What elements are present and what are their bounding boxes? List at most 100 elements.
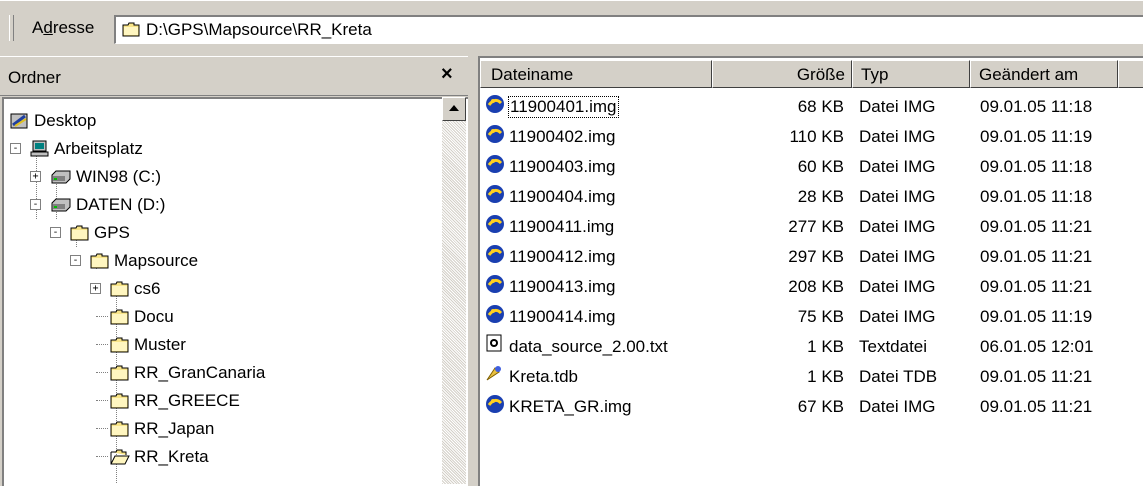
file-size: 28 KB <box>797 187 844 206</box>
collapse-icon[interactable]: - <box>30 199 41 210</box>
file-type: Datei IMG <box>859 127 936 146</box>
tree-item[interactable]: RR_Kreta <box>110 443 209 471</box>
file-type: Datei IMG <box>859 217 936 236</box>
file-name: 11900403.img <box>509 157 616 176</box>
img-file-icon <box>485 184 505 209</box>
tree-item[interactable]: WIN98 (C:) <box>50 163 161 191</box>
file-size: 277 KB <box>788 217 844 236</box>
pane-splitter[interactable] <box>468 56 476 484</box>
file-name: 11900401.img <box>508 96 619 118</box>
img-file-icon <box>485 214 505 239</box>
column-header-size[interactable]: Größe <box>712 60 852 88</box>
file-size: 297 KB <box>788 247 844 266</box>
file-type: Datei IMG <box>859 187 936 206</box>
tree-item[interactable]: DATEN (D:) <box>50 191 165 219</box>
file-row[interactable]: 11900403.img 60 KB Datei IMG 09.01.05 11:18 <box>480 154 1140 180</box>
column-header-modified[interactable]: Geändert am <box>970 60 1118 88</box>
file-type: Datei IMG <box>859 307 936 326</box>
file-name: data_source_2.00.txt <box>509 337 668 356</box>
column-header-type[interactable]: Typ <box>852 60 970 88</box>
collapse-icon[interactable]: - <box>50 227 61 238</box>
address-input[interactable]: D:\GPS\Mapsource\RR_Kreta <box>114 15 1143 44</box>
file-modified: 06.01.05 12:01 <box>980 337 1094 356</box>
toolbar-grip[interactable] <box>9 15 14 41</box>
tree-item-label: WIN98 (C:) <box>76 167 161 186</box>
address-label: Adresse <box>32 18 95 37</box>
collapse-icon[interactable]: - <box>70 255 81 266</box>
file-row[interactable]: 11900411.img 277 KB Datei IMG 09.01.05 11:2… <box>480 214 1140 240</box>
file-row[interactable]: 11900401.img 68 KB Datei IMG 09.01.05 11:18 <box>480 94 1140 120</box>
tree-scrollbar[interactable] <box>442 97 466 484</box>
file-name: 11900413.img <box>509 277 616 296</box>
tree-item[interactable]: Mapsource <box>90 247 198 275</box>
file-modified: 09.01.05 11:19 <box>980 127 1093 146</box>
file-type: Datei IMG <box>859 397 936 416</box>
collapse-icon[interactable]: - <box>10 143 21 154</box>
file-row[interactable]: 11900404.img 28 KB Datei IMG 09.01.05 11:18 <box>480 184 1140 210</box>
file-row[interactable]: 11900402.img 110 KB Datei IMG 09.01.05 11:1… <box>480 124 1140 150</box>
tree-item[interactable]: cs6 <box>110 275 160 303</box>
file-type: Datei IMG <box>859 277 936 296</box>
img-file-icon <box>485 94 505 119</box>
file-modified: 09.01.05 11:18 <box>980 157 1093 176</box>
tree-item[interactable]: Arbeitsplatz <box>30 135 143 163</box>
file-modified: 09.01.05 11:19 <box>980 307 1093 326</box>
file-row[interactable]: 11900413.img 208 KB Datei IMG 09.01.05 11:2… <box>480 274 1140 300</box>
folder-icon <box>122 22 140 37</box>
tree-item[interactable]: Docu <box>110 303 174 331</box>
file-name: 11900402.img <box>509 127 616 146</box>
file-name: 11900412.img <box>509 247 616 266</box>
file-list: Dateiname Größe Typ Geändert am 11900401… <box>478 56 1143 486</box>
tree-item-label: DATEN (D:) <box>76 195 166 214</box>
folder-icon <box>110 281 130 297</box>
scroll-up-button[interactable] <box>442 97 466 121</box>
file-row[interactable]: data_source_2.00.txt 1 KB Textdatei 06.01.0… <box>480 334 1140 360</box>
folder-icon <box>110 309 130 325</box>
tree-item[interactable]: RR_GREECE <box>110 387 240 415</box>
file-row[interactable]: 11900414.img 75 KB Datei IMG 09.01.05 11:19 <box>480 304 1140 330</box>
file-name: 11900404.img <box>509 187 616 206</box>
file-modified: 09.01.05 11:21 <box>980 277 1093 296</box>
img-file-icon <box>485 154 505 179</box>
tree-item-label: RR_Kreta <box>134 447 209 466</box>
tree-guide-line <box>96 372 108 373</box>
address-path: D:\GPS\Mapsource\RR_Kreta <box>146 20 372 39</box>
tree-item-label: Docu <box>134 307 174 326</box>
file-name: 11900411.img <box>509 217 615 236</box>
tree-item[interactable]: GPS <box>70 219 130 247</box>
tree-item[interactable]: Muster <box>110 331 186 359</box>
tree-item[interactable]: Desktop <box>10 107 96 135</box>
text-file-icon <box>485 334 503 357</box>
file-row[interactable]: Kreta.tdb 1 KB Datei TDB 09.01.05 11:21 <box>480 364 1140 390</box>
tree-item-label: RR_GranCanaria <box>134 363 266 382</box>
tree-item[interactable]: RR_GranCanaria <box>110 359 265 387</box>
folder-pane: Ordner × Desktop - Arbeitsplatz + WIN98 (C:)… <box>0 56 468 486</box>
file-modified: 09.01.05 11:21 <box>980 397 1093 416</box>
file-type: Datei TDB <box>859 367 938 386</box>
file-name: 11900414.img <box>509 307 616 326</box>
close-icon[interactable]: × <box>441 63 453 86</box>
column-header-filler <box>1118 60 1143 88</box>
tree-item-label: Mapsource <box>114 251 199 270</box>
expand-icon[interactable]: + <box>30 171 41 182</box>
folder-icon <box>90 253 110 269</box>
column-header-name[interactable]: Dateiname <box>480 60 712 88</box>
img-file-icon <box>485 124 505 149</box>
file-size: 1 KB <box>807 337 844 356</box>
file-row[interactable]: 11900412.img 297 KB Datei IMG 09.01.05 11:2… <box>480 244 1140 270</box>
file-size: 60 KB <box>797 157 844 176</box>
tree-guide-line <box>96 428 108 429</box>
tree-item[interactable]: RR_Japan <box>110 415 214 443</box>
folder-icon <box>110 337 130 353</box>
expand-icon[interactable]: + <box>90 283 101 294</box>
address-bar: Adresse D:\GPS\Mapsource\RR_Kreta <box>0 0 1143 49</box>
folder-pane-header: Ordner × <box>0 56 468 96</box>
tree-item-label: RR_GREECE <box>134 391 240 410</box>
tree-guide-line <box>96 456 108 457</box>
drive-icon <box>50 197 72 213</box>
tree-item-label: Muster <box>134 335 186 354</box>
file-size: 1 KB <box>807 367 844 386</box>
tree-item-label: Desktop <box>34 111 97 130</box>
file-row[interactable]: KRETA_GR.img 67 KB Datei IMG 09.01.05 11:21 <box>480 394 1140 420</box>
file-name: Kreta.tdb <box>509 367 578 386</box>
